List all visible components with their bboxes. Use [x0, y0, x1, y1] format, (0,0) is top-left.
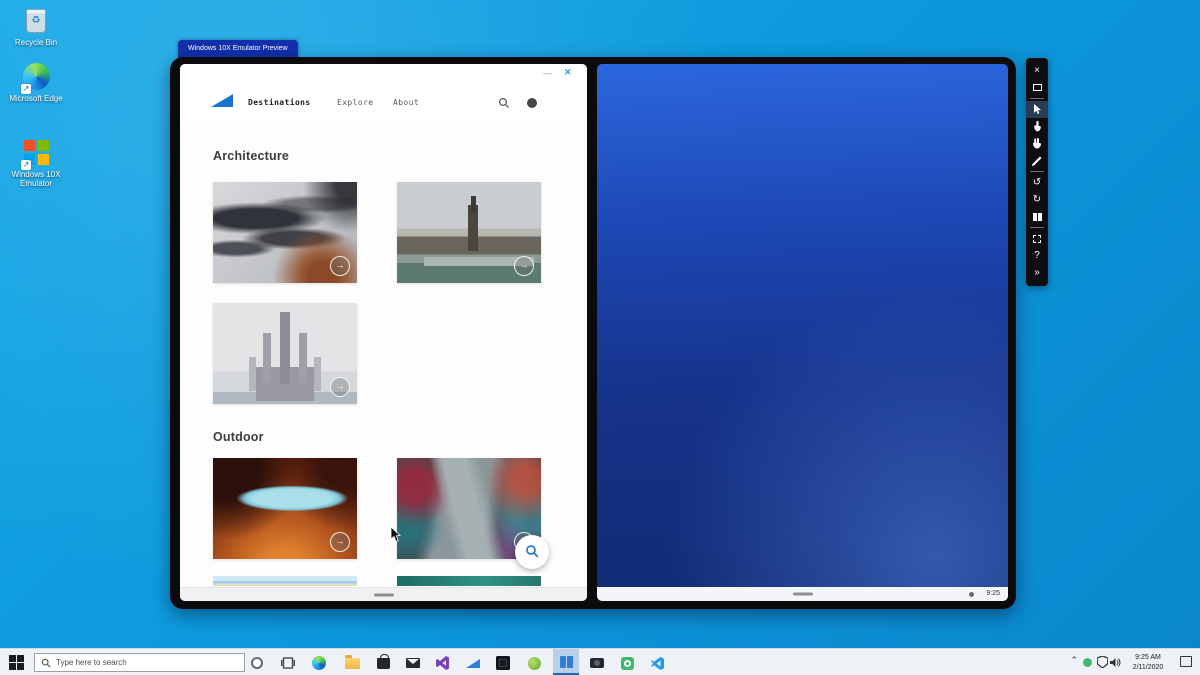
- card-go-button[interactable]: →: [330, 532, 350, 552]
- clock-date: 2/11/2020: [1126, 663, 1170, 673]
- nav-about[interactable]: About: [393, 98, 419, 107]
- taskbar-clock[interactable]: 9:25 AM 2/11/2020: [1126, 653, 1170, 673]
- profile-icon[interactable]: [527, 98, 537, 108]
- recycle-bin-icon: ♻: [21, 6, 51, 36]
- toolbar-dual-screen-icon[interactable]: [1026, 208, 1048, 225]
- nav-explore[interactable]: Explore: [337, 98, 374, 107]
- toolbar-rotate-right-icon[interactable]: ↻: [1026, 191, 1048, 208]
- desktop-icon-emulator[interactable]: ↗ Windows 10X Emulator: [4, 138, 68, 188]
- toolbar-rotate-left-icon[interactable]: ↺: [1026, 174, 1048, 191]
- taskbar-cortana-icon[interactable]: [244, 653, 270, 673]
- edge-icon: ↗: [21, 62, 51, 92]
- toolbar-pen-tool-icon[interactable]: [1026, 152, 1048, 169]
- toolbar-cursor-tool-icon[interactable]: [1026, 101, 1048, 118]
- taskbar-store-icon[interactable]: [370, 653, 396, 673]
- taskbar-microsoft-emulator-icon-active[interactable]: [553, 649, 579, 675]
- windows-taskbar: Type here to search ⌃: [0, 648, 1200, 675]
- card-temple-branches[interactable]: →: [213, 182, 357, 283]
- card-go-button[interactable]: →: [330, 256, 350, 276]
- taskbar-android-emulator-icon[interactable]: [521, 653, 547, 673]
- desktop-icon-recycle-bin[interactable]: ♻ Recycle Bin: [4, 6, 68, 47]
- mouse-cursor: [390, 527, 402, 543]
- emulator-right-screen: 9:25: [597, 64, 1008, 601]
- hidden-icons-chevron[interactable]: ⌃: [1070, 655, 1078, 666]
- desktop-icon-label: Recycle Bin: [4, 38, 68, 47]
- card-antelope-canyon[interactable]: →: [213, 458, 357, 559]
- start-button[interactable]: [9, 655, 24, 670]
- taskbar-vs-code-icon[interactable]: [644, 653, 670, 673]
- card-beach-partial[interactable]: [213, 576, 357, 586]
- nav-destinations[interactable]: Destinations: [248, 98, 311, 107]
- emulator-left-screen: Destinations Explore About — ✕ Architect…: [180, 64, 587, 601]
- right-screen-tray-icon[interactable]: [969, 592, 974, 597]
- gesture-pill[interactable]: [374, 593, 394, 596]
- toolbar-window-icon[interactable]: [1026, 79, 1048, 96]
- taskbar-green-o-app-icon[interactable]: [614, 653, 640, 673]
- card-go-button[interactable]: →: [330, 377, 350, 397]
- search-icon[interactable]: [498, 97, 510, 109]
- beach-image: [213, 576, 357, 586]
- fab-search-icon: [525, 544, 540, 559]
- card-big-ben-london[interactable]: →: [397, 182, 541, 283]
- gesture-pill[interactable]: [793, 593, 813, 596]
- search-icon: [41, 658, 51, 668]
- action-center-icon[interactable]: [1180, 656, 1192, 667]
- emulator-shortcut-icon: ↗: [21, 138, 51, 168]
- toolbar-fit-to-screen-icon[interactable]: [1026, 230, 1048, 247]
- toolbar-help-icon[interactable]: ?: [1026, 247, 1048, 264]
- desktop-icon-edge[interactable]: ↗ Microsoft Edge: [4, 62, 68, 103]
- right-screen-taskbar: 9:25: [597, 587, 1008, 601]
- app-header: Destinations Explore About — ✕: [180, 64, 587, 122]
- defender-shield-icon[interactable]: [1097, 656, 1108, 670]
- desktop-icon-label: Windows 10X Emulator: [4, 170, 68, 188]
- emulator-title-tab[interactable]: Windows 10X Emulator Preview: [178, 40, 298, 58]
- toolbar-close-icon[interactable]: ×: [1026, 62, 1048, 79]
- taskbar-mail-icon[interactable]: [400, 653, 426, 673]
- toolbar-collapse-icon[interactable]: »: [1026, 264, 1048, 281]
- toolbar-multi-touch-tool-icon[interactable]: [1026, 135, 1048, 152]
- taskbar-edge-icon[interactable]: [306, 653, 332, 673]
- right-screen-clock[interactable]: 9:25: [986, 590, 1000, 597]
- card-ocean-partial[interactable]: [397, 576, 541, 586]
- taskbar-search-input[interactable]: Type here to search: [34, 653, 245, 672]
- desktop: ♻ Recycle Bin ↗ Microsoft Edge ↗ Windows…: [0, 0, 1200, 675]
- explore-fab-button[interactable]: [515, 535, 549, 569]
- toolbar-divider: [1030, 227, 1044, 228]
- ocean-image: [397, 576, 541, 586]
- taskbar-dark-app-icon[interactable]: [490, 653, 516, 673]
- taskbar-device-app-icon[interactable]: [584, 653, 610, 673]
- section-title-outdoor: Outdoor: [213, 430, 264, 444]
- clock-time: 9:25 AM: [1126, 653, 1170, 663]
- green-status-icon[interactable]: [1083, 658, 1092, 667]
- card-cathedral-spires[interactable]: →: [213, 303, 357, 404]
- section-title-architecture: Architecture: [213, 149, 289, 163]
- left-screen-taskbar: [180, 587, 587, 601]
- app-close-button[interactable]: ✕: [564, 67, 572, 78]
- taskbar-file-explorer-icon[interactable]: [339, 653, 365, 673]
- app-minimize-button[interactable]: —: [543, 68, 553, 78]
- taskbar-task-view-icon[interactable]: [275, 653, 301, 673]
- toolbar-divider: [1030, 171, 1044, 172]
- search-placeholder: Type here to search: [56, 658, 127, 667]
- toolbar-touch-tool-icon[interactable]: [1026, 118, 1048, 135]
- speaker-icon[interactable]: [1110, 657, 1122, 670]
- taskbar-visual-studio-icon[interactable]: [430, 653, 456, 673]
- app-logo-icon[interactable]: [211, 94, 233, 107]
- taskbar-sample-app-icon[interactable]: [460, 653, 486, 673]
- card-go-button[interactable]: →: [514, 256, 534, 276]
- emulator-toolbar: × ↺ ↻ ? »: [1026, 58, 1048, 286]
- desktop-icon-label: Microsoft Edge: [4, 94, 68, 103]
- emulator-window: Destinations Explore About — ✕ Architect…: [170, 57, 1016, 609]
- toolbar-divider: [1030, 98, 1044, 99]
